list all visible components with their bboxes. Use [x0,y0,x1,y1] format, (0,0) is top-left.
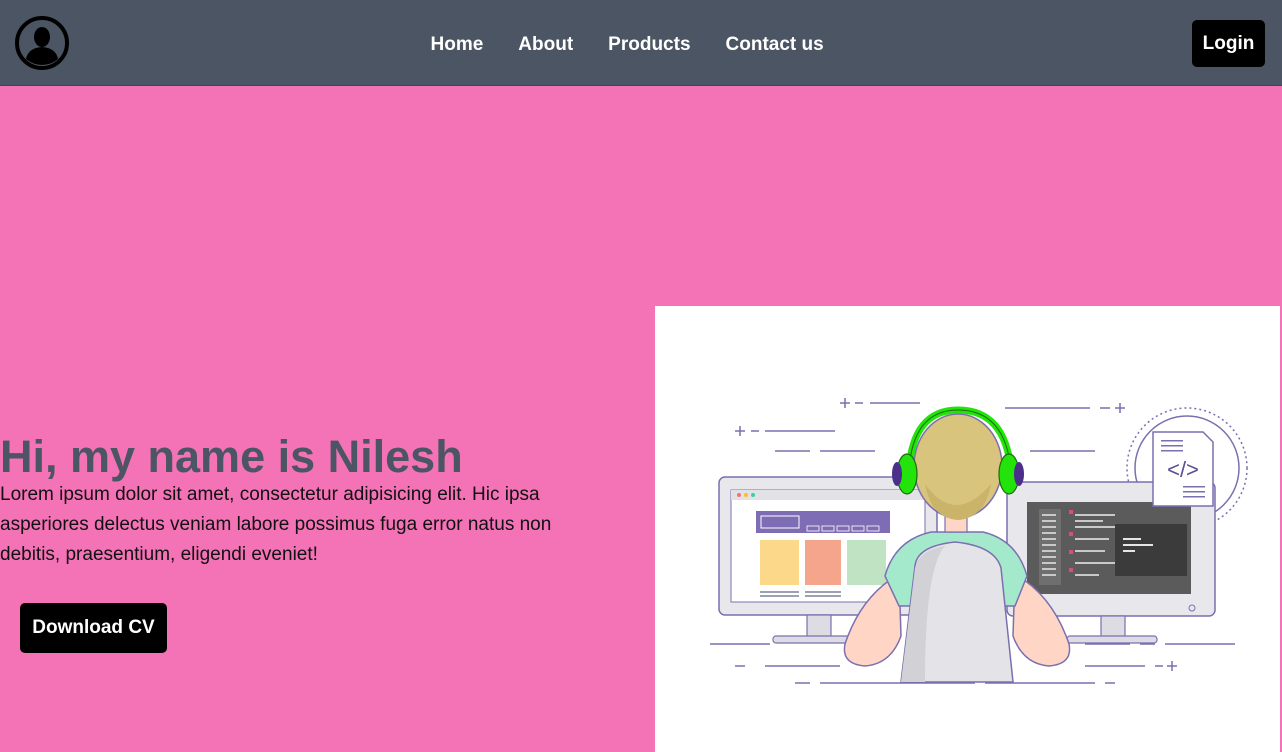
download-cv-button[interactable]: Download CV [20,603,167,653]
nav-products-link[interactable]: Products [591,32,708,58]
nav-home-link[interactable]: Home [413,32,501,58]
login-button[interactable]: Login [1192,20,1265,67]
nav-links: Home About Products Contact us [413,32,841,58]
avatar-logo-icon[interactable] [14,15,70,71]
nav-contact-link[interactable]: Contact us [708,32,841,58]
hero-title: Hi, my name is Nilesh [0,431,463,482]
code-symbol-text: </> [1167,457,1199,482]
developer-illustration: </> [655,306,1280,752]
nav-about-link[interactable]: About [501,32,591,58]
hero-description: Lorem ipsum dolor sit amet, consectetur … [0,484,552,565]
navbar: Home About Products Contact us Login [0,0,1282,86]
